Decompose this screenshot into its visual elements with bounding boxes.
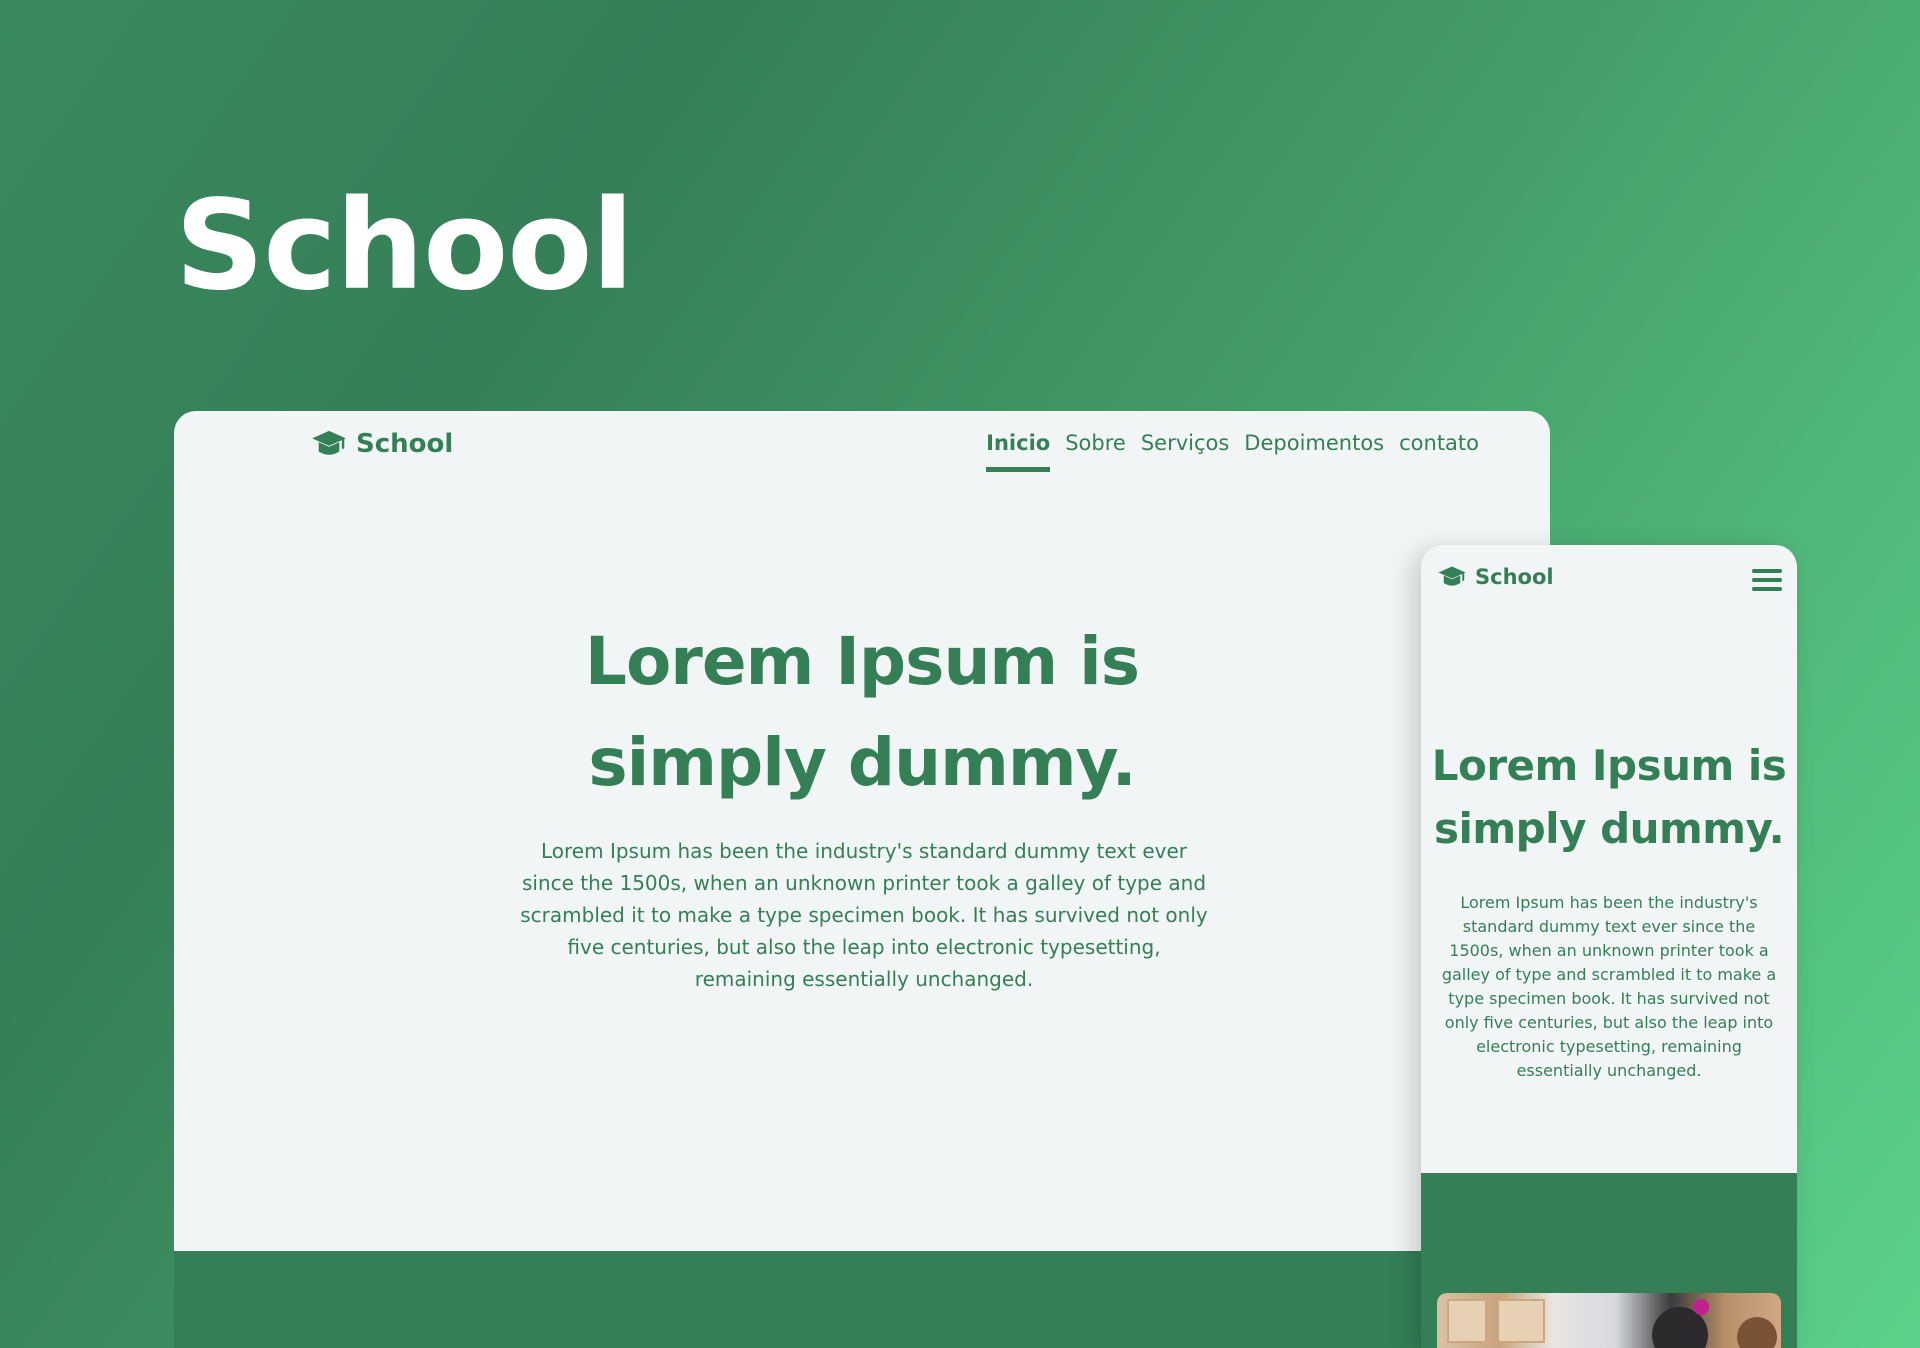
hero-title-line-1: Lorem Ipsum is <box>584 623 1140 700</box>
menu-bar <box>1752 569 1782 573</box>
photo-shelf <box>1447 1299 1487 1343</box>
hero-description: Lorem Ipsum has been the industry's stan… <box>520 839 1208 991</box>
mobile-mockup: School Lorem Ipsum is simply dummy. Lore… <box>1421 545 1797 1348</box>
nav-item-sobre[interactable]: Sobre <box>1065 431 1126 472</box>
graduation-cap-icon <box>1438 566 1466 586</box>
hero-title-line-2: simply dummy. <box>588 724 1136 801</box>
mobile-brand-logo[interactable]: School <box>1437 565 1554 589</box>
graduation-cap-icon <box>312 430 346 455</box>
brand-logo[interactable]: School <box>310 429 453 459</box>
desktop-header: School Inicio Sobre Serviços Depoimentos… <box>174 411 1550 491</box>
hamburger-menu-icon[interactable] <box>1752 569 1782 591</box>
hero-title: Lorem Ipsum is simply dummy. <box>174 611 1550 813</box>
menu-bar <box>1752 578 1782 582</box>
mobile-hero-description: Lorem Ipsum has been the industry's stan… <box>1441 893 1777 1080</box>
green-section-band <box>174 1251 1550 1348</box>
menu-bar <box>1752 587 1782 591</box>
mobile-hero-title-line-2: simply dummy. <box>1433 804 1785 853</box>
classroom-photo <box>1437 1293 1781 1348</box>
showcase-title: School <box>175 174 634 318</box>
photo-person <box>1737 1317 1777 1348</box>
desktop-mockup: School Inicio Sobre Serviços Depoimentos… <box>174 411 1550 1348</box>
nav-item-depoimentos[interactable]: Depoimentos <box>1244 431 1384 472</box>
mobile-hero-title-line-1: Lorem Ipsum is <box>1431 741 1787 790</box>
nav-item-servicos[interactable]: Serviços <box>1141 431 1229 472</box>
nav-item-contato[interactable]: contato <box>1399 431 1479 472</box>
mobile-hero-title: Lorem Ipsum is simply dummy. <box>1421 734 1797 860</box>
mobile-brand-name: School <box>1475 565 1554 589</box>
photo-shelf <box>1497 1299 1545 1343</box>
main-nav: Inicio Sobre Serviços Depoimentos contat… <box>986 431 1479 472</box>
brand-name: School <box>356 429 454 459</box>
photo-hair-clip <box>1693 1299 1709 1315</box>
nav-item-inicio[interactable]: Inicio <box>986 431 1051 472</box>
